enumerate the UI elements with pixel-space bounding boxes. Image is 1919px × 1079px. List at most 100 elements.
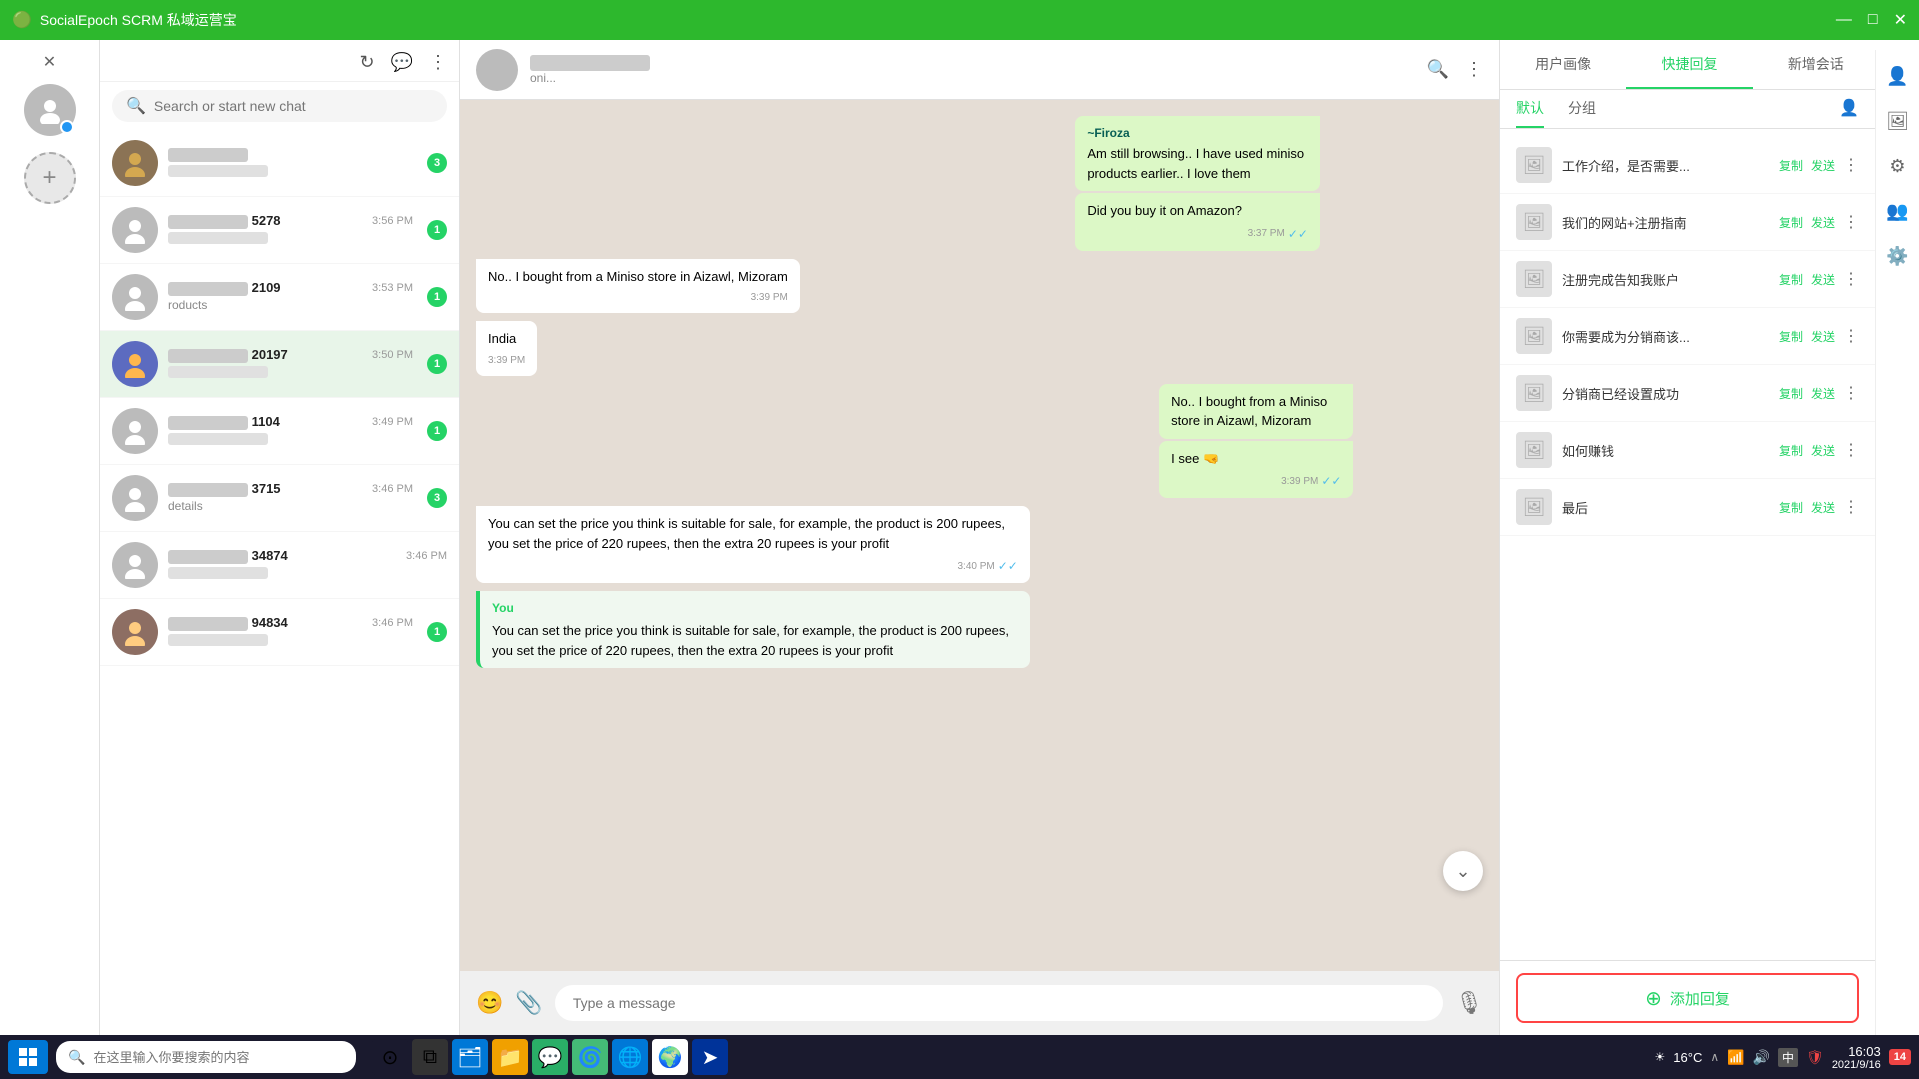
msg-tick: ✓✓ [998, 557, 1018, 575]
list-item[interactable]: 94834 3:46 PM 1 [100, 599, 459, 666]
minimize-button[interactable]: — [1836, 11, 1852, 29]
qr-copy-button[interactable]: 复制 [1779, 442, 1803, 459]
user-profile-side-icon[interactable]: 👤 [1886, 66, 1908, 87]
taskbar-app-green[interactable]: 🌀 [572, 1039, 608, 1075]
sub-tab-default[interactable]: 默认 [1516, 98, 1544, 128]
qr-send-button[interactable]: 发送 [1811, 214, 1835, 231]
taskbar-network-icon[interactable]: 📶 [1727, 1049, 1744, 1066]
maximize-button[interactable]: □ [1868, 11, 1878, 29]
chat-window-header: oni... 🔍 ⋮ [460, 40, 1499, 100]
msg-text: No.. I bought from a Miniso store in Aiz… [488, 267, 788, 287]
msg-bubble: Did you buy it on Amazon? 3:37 PM ✓✓ [1075, 193, 1320, 251]
taskbar-app-arrow[interactable]: ➤ [692, 1039, 728, 1075]
taskbar-app-edge[interactable]: 🌐 [612, 1039, 648, 1075]
taskbar-notification-count[interactable]: 14 [1889, 1049, 1911, 1065]
list-item[interactable]: 5278 3:56 PM 1 [100, 197, 459, 264]
add-account-button[interactable]: + [24, 152, 76, 204]
close-button[interactable]: ✕ [1894, 10, 1907, 30]
chat-info: 20197 3:50 PM [168, 347, 413, 381]
chat-info: 3715 3:46 PM details [168, 481, 413, 515]
chat-list-header-icons: ↻ 💬 ⋮ [359, 52, 447, 73]
attachment-icon[interactable]: 📎 [515, 990, 542, 1016]
qr-send-button[interactable]: 发送 [1811, 442, 1835, 459]
qr-more-icon[interactable]: ⋮ [1843, 269, 1859, 289]
taskbar-search-bar: 🔍 [56, 1041, 356, 1073]
chat-more-icon[interactable]: ⋮ [1465, 59, 1483, 80]
list-item[interactable]: 3 [100, 130, 459, 197]
chat-icon[interactable]: 💬 [391, 52, 413, 73]
taskbar-app-folder[interactable]: 📁 [492, 1039, 528, 1075]
add-reply-button[interactable]: ⊕ 添加回复 [1516, 973, 1859, 1023]
emoji-icon[interactable]: 😊 [476, 990, 503, 1016]
sub-tab-search-icon[interactable]: 👤 [1839, 98, 1859, 128]
message-input[interactable] [555, 985, 1443, 1021]
chat-preview: details [168, 499, 203, 513]
left-sidebar: ✕ + [0, 40, 100, 1035]
qr-copy-button[interactable]: 复制 [1779, 271, 1803, 288]
chat-time: 3:46 PM [372, 483, 413, 495]
image-side-icon[interactable]: 🖼 [1886, 111, 1909, 132]
qr-send-button[interactable]: 发送 [1811, 385, 1835, 402]
taskbar-app-blue[interactable]: 🗂 [452, 1039, 488, 1075]
contacts-side-icon[interactable]: 👥 [1886, 201, 1908, 222]
qr-copy-button[interactable]: 复制 [1779, 385, 1803, 402]
qr-more-icon[interactable]: ⋮ [1843, 497, 1859, 517]
chat-time: 3:50 PM [372, 349, 413, 361]
search-input[interactable] [154, 98, 433, 114]
qr-send-button[interactable]: 发送 [1811, 328, 1835, 345]
qr-actions: 复制 发送 ⋮ [1779, 326, 1859, 346]
search-chat-icon[interactable]: 🔍 [1427, 59, 1449, 80]
tab-user-profile[interactable]: 用户画像 [1500, 40, 1626, 89]
header-actions: 🔍 ⋮ [1427, 59, 1483, 80]
msg-tick: ✓✓ [1321, 472, 1341, 490]
list-item[interactable]: 1104 3:49 PM 1 [100, 398, 459, 465]
taskbar-right: ☀ 16°C ∧ 📶 🔊 中 🛡 16:03 2021/9/16 14 [1655, 1044, 1911, 1071]
list-item[interactable]: 3715 3:46 PM details 3 [100, 465, 459, 532]
taskbar-speaker-icon[interactable]: 🔊 [1753, 1049, 1770, 1066]
app-body: ✕ + ↻ 💬 ⋮ 🔍 [0, 40, 1919, 1035]
taskbar-app-wechat[interactable]: 💬 [532, 1039, 568, 1075]
list-item[interactable]: 2109 3:53 PM roducts 1 [100, 264, 459, 331]
taskbar-search-input[interactable] [93, 1050, 344, 1065]
qr-more-icon[interactable]: ⋮ [1843, 383, 1859, 403]
mic-icon[interactable]: 🎙 [1455, 990, 1483, 1016]
qr-send-button[interactable]: 发送 [1811, 271, 1835, 288]
qr-more-icon[interactable]: ⋮ [1843, 212, 1859, 232]
taskbar-chevron-icon[interactable]: ∧ [1710, 1050, 1719, 1064]
right-panel-tabs: 用户画像 快捷回复 新增会话 ⊕ [1500, 40, 1919, 90]
more-icon[interactable]: ⋮ [429, 52, 447, 73]
close-icon-left[interactable]: ✕ [39, 48, 60, 76]
group-side-icon[interactable]: ⚙ [1889, 156, 1905, 177]
list-item[interactable]: 20197 3:50 PM 1 [100, 331, 459, 398]
qr-copy-button[interactable]: 复制 [1779, 157, 1803, 174]
qr-copy-button[interactable]: 复制 [1779, 214, 1803, 231]
qr-more-icon[interactable]: ⋮ [1843, 326, 1859, 346]
qr-copy-button[interactable]: 复制 [1779, 499, 1803, 516]
qr-more-icon[interactable]: ⋮ [1843, 155, 1859, 175]
unread-badge: 1 [427, 287, 447, 307]
chat-info: 1104 3:49 PM [168, 414, 413, 448]
qr-more-icon[interactable]: ⋮ [1843, 440, 1859, 460]
scroll-down-button[interactable]: ⌄ [1443, 851, 1483, 891]
qr-send-button[interactable]: 发送 [1811, 157, 1835, 174]
taskbar-clock[interactable]: 16:03 2021/9/16 [1832, 1044, 1881, 1071]
title-bar-controls: — □ ✕ [1836, 10, 1907, 30]
chat-window: oni... 🔍 ⋮ ~Firoza Am still browsing.. I… [460, 40, 1499, 1035]
refresh-icon[interactable]: ↻ [359, 52, 374, 73]
settings-side-icon[interactable]: ⚙️ [1886, 246, 1908, 267]
taskbar-antivirus-icon[interactable]: 🛡 [1806, 1049, 1824, 1066]
msg-time: 3:39 PM [488, 353, 525, 368]
msg-time: 3:37 PM ✓✓ [1087, 225, 1308, 243]
qr-send-button[interactable]: 发送 [1811, 499, 1835, 516]
taskbar-keyboard-icon[interactable]: 中 [1778, 1048, 1798, 1067]
qr-copy-button[interactable]: 复制 [1779, 328, 1803, 345]
start-button[interactable] [8, 1040, 48, 1074]
sub-tab-group[interactable]: 分组 [1568, 98, 1596, 128]
self-avatar[interactable] [24, 84, 76, 136]
taskbar-app-chrome[interactable]: 🌍 [652, 1039, 688, 1075]
tab-quick-reply[interactable]: 快捷回复 [1626, 40, 1752, 89]
tab-new-chat[interactable]: 新增会话 [1753, 40, 1879, 89]
taskbar-app-taskview[interactable]: ⧉ [412, 1039, 448, 1075]
list-item[interactable]: 34874 3:46 PM [100, 532, 459, 599]
taskbar-app-cortana[interactable]: ⊙ [372, 1039, 408, 1075]
